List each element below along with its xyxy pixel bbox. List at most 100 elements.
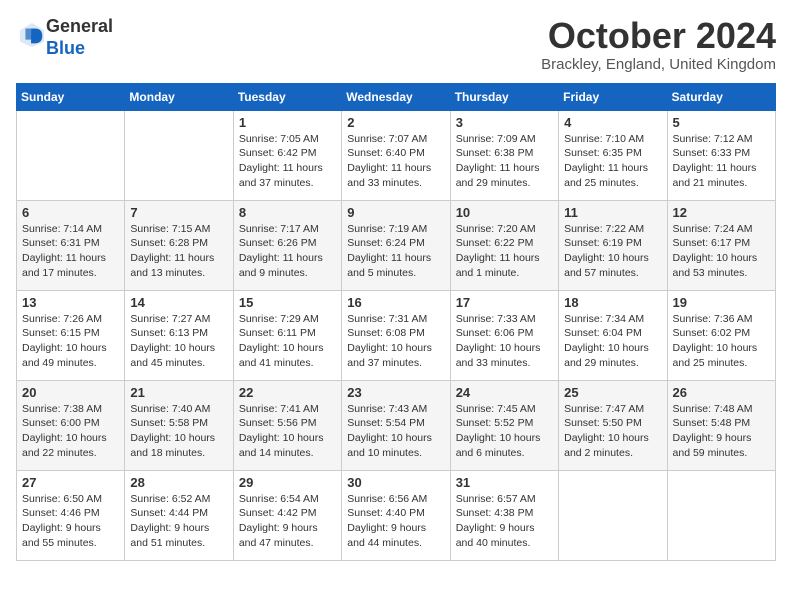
calendar: SundayMondayTuesdayWednesdayThursdayFrid… [16,83,776,561]
day-cell: 1Sunrise: 7:05 AMSunset: 6:42 PMDaylight… [233,110,341,200]
week-row-1: 1Sunrise: 7:05 AMSunset: 6:42 PMDaylight… [17,110,776,200]
day-cell: 18 Sunrise: 7:34 AMSunset: 6:04 PMDayligh… [559,290,667,380]
day-info: Sunrise: 7:24 AMSunset: 6:17 PMDaylight:… [673,222,770,281]
day-number: 11 [564,205,661,220]
day-cell: 17 Sunrise: 7:33 AMSunset: 6:06 PMDayligh… [450,290,558,380]
day-info: Sunrise: 7:17 AMSunset: 6:26 PMDaylight:… [239,222,336,281]
day-header-friday: Friday [559,83,667,110]
day-number: 4 [564,115,661,130]
logo-blue-text: Blue [46,38,85,58]
day-number: 27 [22,475,119,490]
day-number: 21 [130,385,227,400]
day-info: Sunrise: 6:52 AMSunset: 4:44 PMDaylight:… [130,492,227,551]
day-number: 18 [564,295,661,310]
day-header-tuesday: Tuesday [233,83,341,110]
day-info: Sunrise: 6:56 AMSunset: 4:40 PMDaylight:… [347,492,444,551]
day-cell: 3Sunrise: 7:09 AMSunset: 6:38 PMDaylight… [450,110,558,200]
day-number: 2 [347,115,444,130]
day-info: Sunrise: 7:36 AMSunset: 6:02 PMDaylight:… [673,312,770,371]
day-number: 8 [239,205,336,220]
location: Brackley, England, United Kingdom [541,56,776,73]
day-info: Sunrise: 7:41 AMSunset: 5:56 PMDaylight:… [239,402,336,461]
day-cell: 25 Sunrise: 7:47 AMSunset: 5:50 PMDayligh… [559,380,667,470]
day-cell [559,470,667,560]
day-cell: 29 Sunrise: 6:54 AMSunset: 4:42 PMDayligh… [233,470,341,560]
day-cell: 31Sunrise: 6:57 AMSunset: 4:38 PMDayligh… [450,470,558,560]
day-number: 24 [456,385,553,400]
day-header-wednesday: Wednesday [342,83,450,110]
day-cell: 20 Sunrise: 7:38 AMSunset: 6:00 PMDayligh… [17,380,125,470]
day-header-saturday: Saturday [667,83,775,110]
day-cell: 6Sunrise: 7:14 AMSunset: 6:31 PMDaylight… [17,200,125,290]
day-cell: 30 Sunrise: 6:56 AMSunset: 4:40 PMDayligh… [342,470,450,560]
day-cell [667,470,775,560]
title-area: October 2024 Brackley, England, United K… [541,16,776,73]
week-row-5: 27 Sunrise: 6:50 AMSunset: 4:46 PMDayligh… [17,470,776,560]
day-cell: 28 Sunrise: 6:52 AMSunset: 4:44 PMDayligh… [125,470,233,560]
day-info: Sunrise: 7:27 AMSunset: 6:13 PMDaylight:… [130,312,227,371]
logo-icon [18,21,46,49]
month-title: October 2024 [541,16,776,56]
day-info: Sunrise: 7:31 AMSunset: 6:08 PMDaylight:… [347,312,444,371]
day-cell: 21 Sunrise: 7:40 AMSunset: 5:58 PMDayligh… [125,380,233,470]
day-info: Sunrise: 7:48 AMSunset: 5:48 PMDaylight:… [673,402,770,461]
day-number: 9 [347,205,444,220]
day-number: 16 [347,295,444,310]
day-cell: 10 Sunrise: 7:20 AMSunset: 6:22 PMDayligh… [450,200,558,290]
day-info: Sunrise: 7:05 AMSunset: 6:42 PMDaylight:… [239,132,336,191]
day-cell: 23Sunrise: 7:43 AMSunset: 5:54 PMDayligh… [342,380,450,470]
day-info: Sunrise: 7:47 AMSunset: 5:50 PMDaylight:… [564,402,661,461]
day-cell: 13 Sunrise: 7:26 AMSunset: 6:15 PMDayligh… [17,290,125,380]
day-number: 10 [456,205,553,220]
day-number: 20 [22,385,119,400]
week-row-2: 6Sunrise: 7:14 AMSunset: 6:31 PMDaylight… [17,200,776,290]
day-cell: 26Sunrise: 7:48 AMSunset: 5:48 PMDayligh… [667,380,775,470]
day-cell: 15Sunrise: 7:29 AMSunset: 6:11 PMDayligh… [233,290,341,380]
day-number: 5 [673,115,770,130]
logo: General Blue [16,16,113,59]
day-number: 28 [130,475,227,490]
day-info: Sunrise: 7:40 AMSunset: 5:58 PMDaylight:… [130,402,227,461]
day-cell: 19Sunrise: 7:36 AMSunset: 6:02 PMDayligh… [667,290,775,380]
day-cell: 4 Sunrise: 7:10 AMSunset: 6:35 PMDaylight… [559,110,667,200]
day-cell: 22 Sunrise: 7:41 AMSunset: 5:56 PMDayligh… [233,380,341,470]
day-cell: 5 Sunrise: 7:12 AMSunset: 6:33 PMDaylight… [667,110,775,200]
day-cell [125,110,233,200]
day-info: Sunrise: 7:45 AMSunset: 5:52 PMDaylight:… [456,402,553,461]
logo-general-text: General [46,16,113,36]
day-number: 30 [347,475,444,490]
day-number: 12 [673,205,770,220]
day-info: Sunrise: 7:33 AMSunset: 6:06 PMDaylight:… [456,312,553,371]
day-info: Sunrise: 6:54 AMSunset: 4:42 PMDaylight:… [239,492,336,551]
calendar-header-row: SundayMondayTuesdayWednesdayThursdayFrid… [17,83,776,110]
day-number: 17 [456,295,553,310]
day-info: Sunrise: 7:34 AMSunset: 6:04 PMDaylight:… [564,312,661,371]
day-info: Sunrise: 7:10 AMSunset: 6:35 PMDaylight:… [564,132,661,191]
header: General Blue October 2024 Brackley, Engl… [16,16,776,73]
day-cell: 24 Sunrise: 7:45 AMSunset: 5:52 PMDayligh… [450,380,558,470]
day-info: Sunrise: 7:09 AMSunset: 6:38 PMDaylight:… [456,132,553,191]
day-cell: 9 Sunrise: 7:19 AMSunset: 6:24 PMDaylight… [342,200,450,290]
day-info: Sunrise: 7:38 AMSunset: 6:00 PMDaylight:… [22,402,119,461]
day-info: Sunrise: 7:19 AMSunset: 6:24 PMDaylight:… [347,222,444,281]
day-info: Sunrise: 7:26 AMSunset: 6:15 PMDaylight:… [22,312,119,371]
day-cell: 2Sunrise: 7:07 AMSunset: 6:40 PMDaylight… [342,110,450,200]
day-info: Sunrise: 7:20 AMSunset: 6:22 PMDaylight:… [456,222,553,281]
day-number: 25 [564,385,661,400]
day-number: 22 [239,385,336,400]
day-number: 31 [456,475,553,490]
day-info: Sunrise: 6:50 AMSunset: 4:46 PMDaylight:… [22,492,119,551]
day-cell: 12 Sunrise: 7:24 AMSunset: 6:17 PMDayligh… [667,200,775,290]
day-number: 13 [22,295,119,310]
day-cell [17,110,125,200]
day-cell: 16 Sunrise: 7:31 AMSunset: 6:08 PMDayligh… [342,290,450,380]
day-number: 15 [239,295,336,310]
week-row-4: 20 Sunrise: 7:38 AMSunset: 6:00 PMDayligh… [17,380,776,470]
day-number: 29 [239,475,336,490]
day-cell: 27 Sunrise: 6:50 AMSunset: 4:46 PMDayligh… [17,470,125,560]
day-cell: 14Sunrise: 7:27 AMSunset: 6:13 PMDayligh… [125,290,233,380]
day-header-thursday: Thursday [450,83,558,110]
day-cell: 8 Sunrise: 7:17 AMSunset: 6:26 PMDaylight… [233,200,341,290]
day-info: Sunrise: 7:12 AMSunset: 6:33 PMDaylight:… [673,132,770,191]
day-header-sunday: Sunday [17,83,125,110]
